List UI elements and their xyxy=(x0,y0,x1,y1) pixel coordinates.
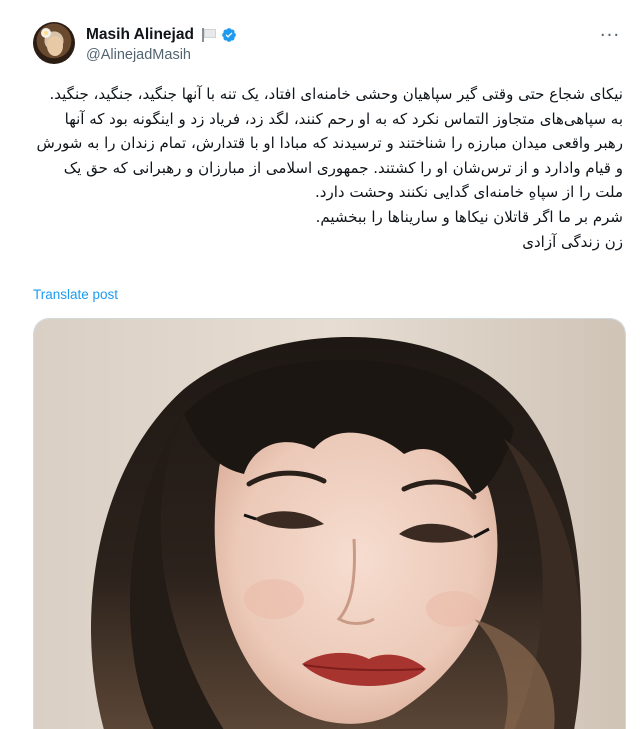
translate-post-link[interactable]: Translate post xyxy=(33,287,118,302)
avatar[interactable] xyxy=(33,22,75,64)
more-options-button[interactable]: ··· xyxy=(598,24,622,48)
tweet-paragraph: شرم بر ما اگر قاتلان نیکاها و سارینا‌ها … xyxy=(315,207,623,226)
author-name-row: Masih Alinejad xyxy=(86,25,237,45)
tweet-text: نیکای شجاع حتی وقتی گیر سپاهیان وحشی خام… xyxy=(33,82,623,254)
tweet-paragraph: نیکای شجاع حتی وقتی گیر سپاهیان وحشی خام… xyxy=(36,85,623,202)
author-handle[interactable]: @AlinejadMasih xyxy=(86,47,191,63)
author-display-name[interactable]: Masih Alinejad xyxy=(86,26,194,44)
tweet-media-photo[interactable] xyxy=(33,318,626,729)
more-horizontal-icon: ··· xyxy=(599,25,621,46)
portrait-photo xyxy=(34,319,625,729)
verified-badge-icon xyxy=(222,28,236,42)
white-flag-icon xyxy=(201,28,216,42)
avatar-face xyxy=(47,36,63,56)
flower-hair-accessory xyxy=(41,28,51,38)
tweet-card: Masih Alinejad @AlinejadMasih ··· نیکای … xyxy=(0,0,640,729)
tweet-paragraph: زن زندگی آزادی xyxy=(522,232,623,251)
